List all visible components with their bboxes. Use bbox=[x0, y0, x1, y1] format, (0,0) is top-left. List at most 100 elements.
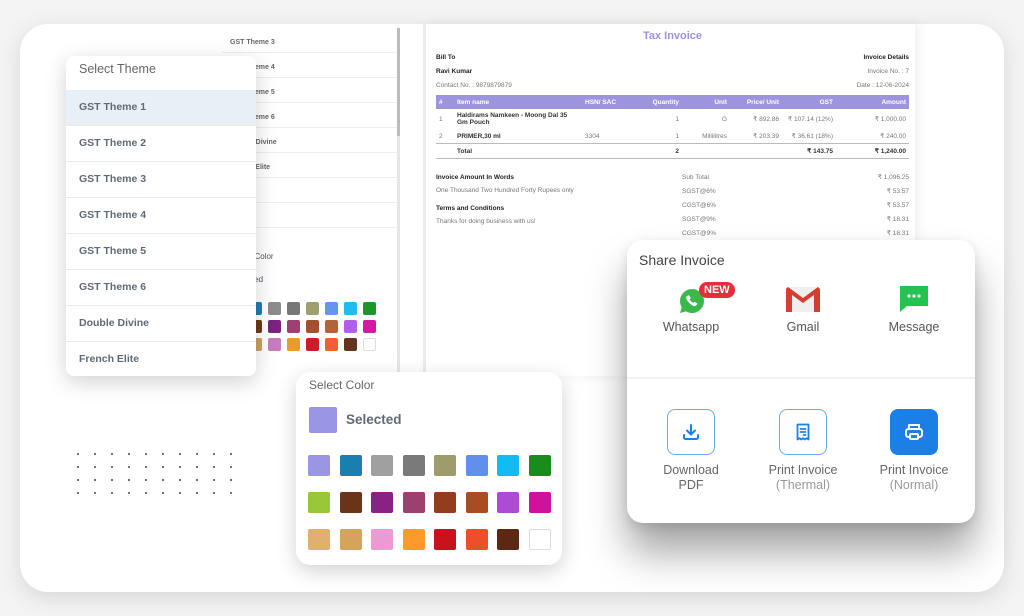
col-price: Price/ Unit bbox=[730, 95, 782, 109]
total-qty: 2 bbox=[638, 143, 682, 159]
theme-option[interactable]: French Elite bbox=[66, 342, 256, 376]
print-thermal-label: Print Invoice bbox=[768, 463, 838, 477]
decor-dot bbox=[128, 453, 130, 455]
theme-option[interactable]: GST Theme 2 bbox=[66, 126, 256, 162]
print-normal-button[interactable]: Print Invoice (Normal) bbox=[864, 409, 964, 493]
theme-option[interactable]: GST Theme 6 bbox=[66, 270, 256, 306]
invoice-title: Tax Invoice bbox=[642, 30, 703, 42]
bg-color-swatch[interactable] bbox=[287, 338, 300, 351]
theme-option[interactable]: GST Theme 3 bbox=[66, 162, 256, 198]
bg-color-swatch[interactable] bbox=[268, 338, 281, 351]
color-swatch[interactable] bbox=[308, 455, 330, 476]
invoice-summary: Sub Total ₹ 1,096.25 SGST@6% ₹ 53.57 CGST@6%… bbox=[682, 171, 909, 241]
bg-color-swatch[interactable] bbox=[363, 302, 376, 315]
decor-dot bbox=[196, 453, 198, 455]
color-swatch[interactable] bbox=[402, 455, 425, 476]
decor-dot bbox=[213, 466, 215, 468]
color-swatch[interactable] bbox=[465, 529, 488, 550]
theme-option[interactable]: GST Theme 1 bbox=[66, 90, 256, 126]
download-pdf-button[interactable]: Download PDF bbox=[641, 409, 741, 493]
bg-color-swatch[interactable] bbox=[344, 338, 357, 351]
decor-dot bbox=[111, 453, 113, 455]
scrollbar[interactable] bbox=[397, 28, 400, 136]
decor-dot bbox=[145, 453, 147, 455]
color-swatch[interactable] bbox=[497, 529, 519, 550]
decor-dot bbox=[213, 479, 215, 481]
theme-option[interactable]: GST Theme 4 bbox=[66, 198, 256, 234]
color-swatch[interactable] bbox=[371, 529, 393, 550]
bg-theme-item[interactable]: GST Theme 3 bbox=[222, 28, 397, 53]
bg-color-swatch[interactable] bbox=[287, 320, 300, 333]
color-swatch[interactable] bbox=[497, 455, 519, 476]
bg-color-swatch[interactable] bbox=[268, 320, 281, 333]
color-swatch[interactable] bbox=[339, 492, 362, 513]
decor-dot bbox=[77, 479, 79, 481]
customer-name: Ravi Kumar bbox=[436, 68, 473, 75]
summary-row: Sub Total ₹ 1,096.25 bbox=[682, 171, 909, 185]
row-amount: ₹ 1,000.00 bbox=[874, 116, 906, 123]
decor-dot bbox=[162, 492, 164, 494]
gmail-icon bbox=[786, 287, 820, 312]
bg-color-swatch[interactable] bbox=[268, 302, 281, 315]
color-swatch[interactable] bbox=[465, 492, 488, 513]
bg-color-swatch[interactable] bbox=[344, 302, 357, 315]
bg-color-swatch[interactable] bbox=[344, 320, 357, 333]
color-swatch[interactable] bbox=[497, 492, 519, 513]
color-swatch[interactable] bbox=[528, 529, 551, 550]
summary-label: SGST@6% bbox=[682, 188, 716, 195]
bg-color-swatch[interactable] bbox=[325, 320, 338, 333]
color-swatch[interactable] bbox=[339, 455, 362, 476]
decor-dot bbox=[111, 479, 113, 481]
decor-dot bbox=[77, 466, 79, 468]
theme-option[interactable]: GST Theme 5 bbox=[66, 234, 256, 270]
color-swatch[interactable] bbox=[402, 529, 425, 550]
col-item-name: Item name bbox=[454, 95, 582, 109]
bg-color-swatch[interactable] bbox=[287, 302, 300, 315]
col-unit: Unit bbox=[682, 95, 730, 109]
printer-icon bbox=[905, 424, 923, 440]
download-sublabel: PDF bbox=[678, 478, 704, 492]
share-gmail[interactable]: Gmail bbox=[753, 284, 853, 334]
decor-dot bbox=[196, 466, 198, 468]
summary-value: ₹ 53.57 bbox=[886, 202, 909, 209]
bg-color-swatch[interactable] bbox=[363, 338, 376, 351]
row-name: PRIMER,30 ml bbox=[457, 132, 501, 140]
print-thermal-button[interactable]: Print Invoice (Thermal) bbox=[753, 409, 853, 493]
col-quantity: Quantity bbox=[638, 95, 682, 109]
color-swatch[interactable] bbox=[465, 455, 488, 476]
decor-dot bbox=[230, 492, 232, 494]
amount-words-label: Invoice Amount In Words bbox=[436, 174, 515, 181]
customer-contact: Contact No. : 9879879879 bbox=[436, 82, 512, 89]
color-swatch[interactable] bbox=[308, 492, 330, 513]
decor-dot bbox=[128, 479, 130, 481]
share-whatsapp[interactable]: NEW Whatsapp bbox=[641, 282, 741, 334]
decor-dot bbox=[111, 492, 113, 494]
color-swatch[interactable] bbox=[339, 529, 362, 550]
bg-color-swatch[interactable] bbox=[325, 302, 338, 315]
summary-value: ₹ 18.31 bbox=[886, 216, 909, 223]
print-normal-sublabel: (Normal) bbox=[889, 478, 939, 492]
color-swatch[interactable] bbox=[434, 455, 456, 476]
decor-dot bbox=[77, 453, 79, 455]
color-swatch[interactable] bbox=[308, 529, 330, 550]
items-table: # Item name HSN/ SAC Quantity Unit Price… bbox=[436, 95, 909, 159]
color-swatch[interactable] bbox=[434, 529, 456, 550]
color-swatch[interactable] bbox=[402, 492, 425, 513]
color-swatch[interactable] bbox=[434, 492, 456, 513]
color-swatch[interactable] bbox=[371, 492, 393, 513]
color-swatch[interactable] bbox=[528, 492, 551, 513]
summary-value: ₹ 18.31 bbox=[886, 230, 909, 237]
table-row: 1 Haldirams Namkeen - Moong Dal 35 Gm Po… bbox=[436, 109, 909, 129]
bg-color-swatch[interactable] bbox=[306, 338, 319, 351]
bg-color-swatch[interactable] bbox=[363, 320, 376, 333]
dot-grid-decoration bbox=[77, 453, 247, 494]
share-message[interactable]: Message bbox=[864, 284, 964, 334]
color-swatch[interactable] bbox=[528, 455, 551, 476]
decor-dot bbox=[179, 453, 181, 455]
bg-color-swatch[interactable] bbox=[306, 320, 319, 333]
decor-dot bbox=[94, 466, 96, 468]
bg-color-swatch[interactable] bbox=[306, 302, 319, 315]
bg-color-swatch[interactable] bbox=[325, 338, 338, 351]
theme-option[interactable]: Double Divine bbox=[66, 306, 256, 342]
color-swatch[interactable] bbox=[371, 455, 393, 476]
